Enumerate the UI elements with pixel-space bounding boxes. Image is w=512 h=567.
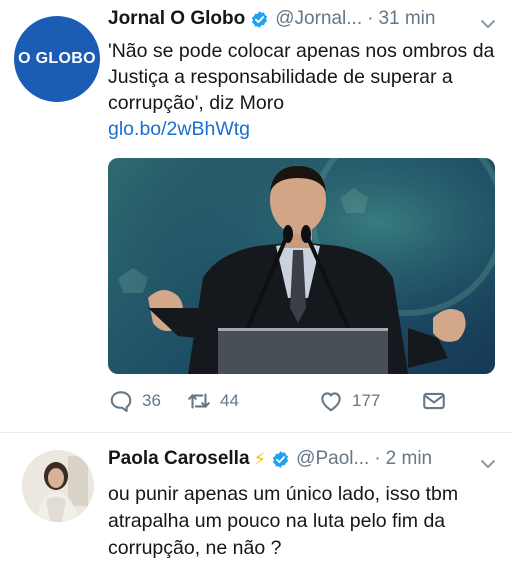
o-globo-logo-text: O GLOBO xyxy=(18,50,96,67)
tweet-photo[interactable] xyxy=(108,158,495,374)
author-name[interactable]: Jornal O Globo xyxy=(108,8,245,30)
tweet-divider xyxy=(0,432,512,433)
direct-message-button[interactable] xyxy=(421,388,447,414)
separator-dot: · xyxy=(374,448,381,469)
tweet-text: 'Não se pode colocar apenas nos ombros d… xyxy=(108,38,503,142)
author-handle[interactable]: @Paol... xyxy=(296,448,369,470)
retweet-button[interactable]: 44 xyxy=(186,388,239,414)
author-handle[interactable]: @Jornal... xyxy=(275,8,362,30)
chevron-down-icon[interactable] xyxy=(480,456,496,472)
lightning-bolt-icon: ⚡ xyxy=(253,448,267,469)
retweet-icon xyxy=(188,393,210,409)
speaker-at-podium-photo xyxy=(108,158,495,374)
profile-photo xyxy=(22,450,94,522)
verified-badge-icon xyxy=(252,10,268,28)
tweet-timestamp[interactable]: 31 min xyxy=(378,8,435,30)
tweet-text: ou punir apenas um único lado, isso tbm … xyxy=(108,481,503,562)
like-button[interactable]: 177 xyxy=(318,388,380,414)
avatar-paola-carosella[interactable] xyxy=(22,450,94,522)
reply-count: 36 xyxy=(142,391,161,410)
tweet-body: ou punir apenas um único lado, isso tbm … xyxy=(108,483,459,559)
reply-icon xyxy=(110,391,132,412)
verified-badge-icon xyxy=(273,450,289,468)
tweet-o-globo[interactable]: O GLOBO Jornal O Globo @Jornal... · 31 m… xyxy=(0,0,512,430)
envelope-icon xyxy=(423,392,445,410)
tweet-actions: 36 44 177 xyxy=(108,388,448,418)
author-name[interactable]: Paola Carosella xyxy=(108,448,250,470)
like-count: 177 xyxy=(352,391,381,410)
heart-icon xyxy=(321,392,341,412)
separator-dot: · xyxy=(367,8,374,29)
avatar-o-globo[interactable]: O GLOBO xyxy=(14,16,100,102)
tweet-timestamp[interactable]: 2 min xyxy=(386,448,432,470)
tweet-header: Paola Carosella ⚡ @Paol... · 2 min xyxy=(108,448,432,470)
chevron-down-icon[interactable] xyxy=(480,16,496,32)
tweet-paola-carosella[interactable]: Paola Carosella ⚡ @Paol... · 2 min ou pu… xyxy=(0,436,512,567)
tweet-body: 'Não se pode colocar apenas nos ombros d… xyxy=(108,40,495,114)
tweet-header: Jornal O Globo @Jornal... · 31 min xyxy=(108,8,435,30)
reply-button[interactable]: 36 xyxy=(108,388,161,414)
retweet-count: 44 xyxy=(220,391,239,410)
tweet-link[interactable]: glo.bo/2wBhWtg xyxy=(108,116,503,142)
